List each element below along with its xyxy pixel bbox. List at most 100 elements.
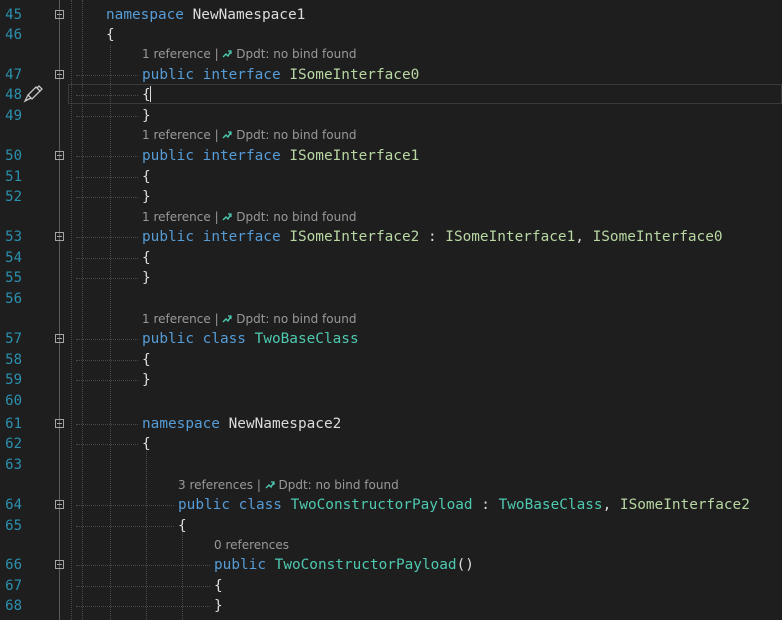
code-line[interactable]: 65 {: [0, 516, 782, 536]
codelens-bind-status[interactable]: Dpdt: no bind found: [236, 47, 356, 61]
code-text: {: [214, 576, 223, 596]
plain-token: {: [142, 250, 151, 266]
code-line[interactable]: 56: [0, 289, 782, 309]
code-line[interactable]: 68}: [0, 596, 782, 616]
code-line[interactable]: 63: [0, 455, 782, 475]
line-number: 46: [5, 27, 22, 43]
plain-token: NewNamespace1: [183, 7, 306, 23]
line-number: 55: [5, 270, 22, 286]
code-line[interactable]: 52}: [0, 187, 782, 207]
code-line[interactable]: 50 public interface ISomeInterface1: [0, 146, 782, 166]
line-number: 51: [5, 169, 22, 185]
codelens-references-link[interactable]: 1 reference: [142, 210, 211, 224]
code-line[interactable]: 62 {: [0, 434, 782, 454]
whitespace-marker: [76, 360, 138, 361]
line-number: 68: [5, 598, 22, 614]
whitespace-marker: [76, 444, 138, 445]
line-number: 61: [5, 416, 22, 432]
code-text: {: [142, 167, 151, 187]
collapse-minus-icon[interactable]: [55, 560, 64, 569]
code-line[interactable]: 66 public TwoConstructorPayload(): [0, 555, 782, 575]
line-number: 53: [5, 229, 22, 245]
code-line[interactable]: 45 namespace NewNamespace1: [0, 5, 782, 25]
keyword-token: interface: [202, 229, 281, 245]
code-line[interactable]: 58 {: [0, 350, 782, 370]
plain-token: :: [419, 229, 446, 245]
codelens-references-link[interactable]: 0 references: [214, 538, 289, 552]
plain-token: {: [142, 436, 151, 452]
collapse-minus-icon[interactable]: [55, 500, 64, 509]
line-number: 58: [5, 352, 22, 368]
codelens-text: 1 reference | Dpdt: no bind found: [142, 311, 356, 327]
keyword-token: namespace: [142, 416, 220, 432]
line-number: 54: [5, 250, 22, 266]
whitespace-marker: [76, 156, 138, 157]
code-text: }: [214, 596, 223, 616]
codelens-separator: |: [210, 312, 223, 326]
code-line[interactable]: 67 {: [0, 576, 782, 596]
codelens-references-link[interactable]: 1 reference: [142, 128, 211, 142]
plain-token: {: [142, 169, 151, 185]
codelens-bind-status[interactable]: Dpdt: no bind found: [236, 210, 356, 224]
codelens-bind-status[interactable]: Dpdt: no bind found: [236, 128, 356, 142]
collapse-minus-icon[interactable]: [55, 334, 64, 343]
line-number: 56: [5, 291, 22, 307]
code-text: }: [142, 268, 151, 288]
line-number: 57: [5, 331, 22, 347]
collapse-minus-icon[interactable]: [55, 419, 64, 428]
plain-token: :: [472, 497, 499, 513]
code-text: {: [142, 350, 151, 370]
code-line[interactable]: 51 {: [0, 167, 782, 187]
code-line[interactable]: 64 public class TwoConstructorPayload : T…: [0, 495, 782, 515]
code-text: {: [142, 85, 151, 105]
code-line[interactable]: 49}: [0, 106, 782, 126]
whitespace-marker: [76, 197, 138, 198]
codelens-bind-status[interactable]: Dpdt: no bind found: [236, 312, 356, 326]
keyword-token: public: [142, 148, 194, 164]
keyword-token: public: [178, 497, 230, 513]
whitespace-marker: [76, 606, 210, 607]
code-line[interactable]: 47 public interface ISomeInterface0: [0, 65, 782, 85]
collapse-minus-icon[interactable]: [55, 70, 64, 79]
collapse-minus-icon[interactable]: [55, 10, 64, 19]
interface-token: ISomeInterface0: [592, 229, 723, 245]
code-text: namespace NewNamespace1: [106, 5, 305, 25]
keyword-token: namespace: [106, 7, 184, 23]
line-number: 59: [5, 372, 22, 388]
interface-token: ISomeInterface2: [289, 229, 420, 245]
whitespace-marker: [76, 380, 138, 381]
keyword-token: interface: [202, 148, 281, 164]
collapse-minus-icon[interactable]: [55, 151, 64, 160]
codelens-references-link[interactable]: 3 references: [178, 478, 253, 492]
collapse-minus-icon[interactable]: [55, 232, 64, 241]
type-token: TwoConstructorPayload: [290, 497, 473, 513]
whitespace-marker: [76, 258, 138, 259]
codelens-references-link[interactable]: 1 reference: [142, 312, 211, 326]
code-line[interactable]: 53 public interface ISomeInterface2 : ISo…: [0, 227, 782, 247]
dependency-arrow-icon: [222, 210, 233, 221]
whitespace-marker: [76, 505, 174, 506]
code-line[interactable]: 61 namespace NewNamespace2: [0, 414, 782, 434]
codelens-references-link[interactable]: 1 reference: [142, 47, 211, 61]
code-line[interactable]: 48 {: [0, 85, 782, 105]
plain-token: }: [142, 372, 151, 388]
codelens-text: 0 references: [214, 537, 289, 553]
line-number: 47: [5, 67, 22, 83]
whitespace-marker: [76, 526, 174, 527]
code-line[interactable]: 59}: [0, 370, 782, 390]
interface-token: ISomeInterface0: [289, 67, 420, 83]
codelens-text: 1 reference | Dpdt: no bind found: [142, 127, 356, 143]
code-line[interactable]: 55}: [0, 268, 782, 288]
code-line[interactable]: 54 {: [0, 248, 782, 268]
codelens-bind-status[interactable]: Dpdt: no bind found: [279, 478, 399, 492]
code-line[interactable]: 60: [0, 391, 782, 411]
line-number: 64: [5, 497, 22, 513]
code-editor[interactable]: 45 namespace NewNamespace1 46 {47 public int…: [0, 0, 782, 620]
code-line[interactable]: 57 public class TwoBaseClass: [0, 329, 782, 349]
code-line[interactable]: 46 {: [0, 25, 782, 45]
codelens-separator: |: [210, 210, 223, 224]
whitespace-marker: [76, 278, 138, 279]
